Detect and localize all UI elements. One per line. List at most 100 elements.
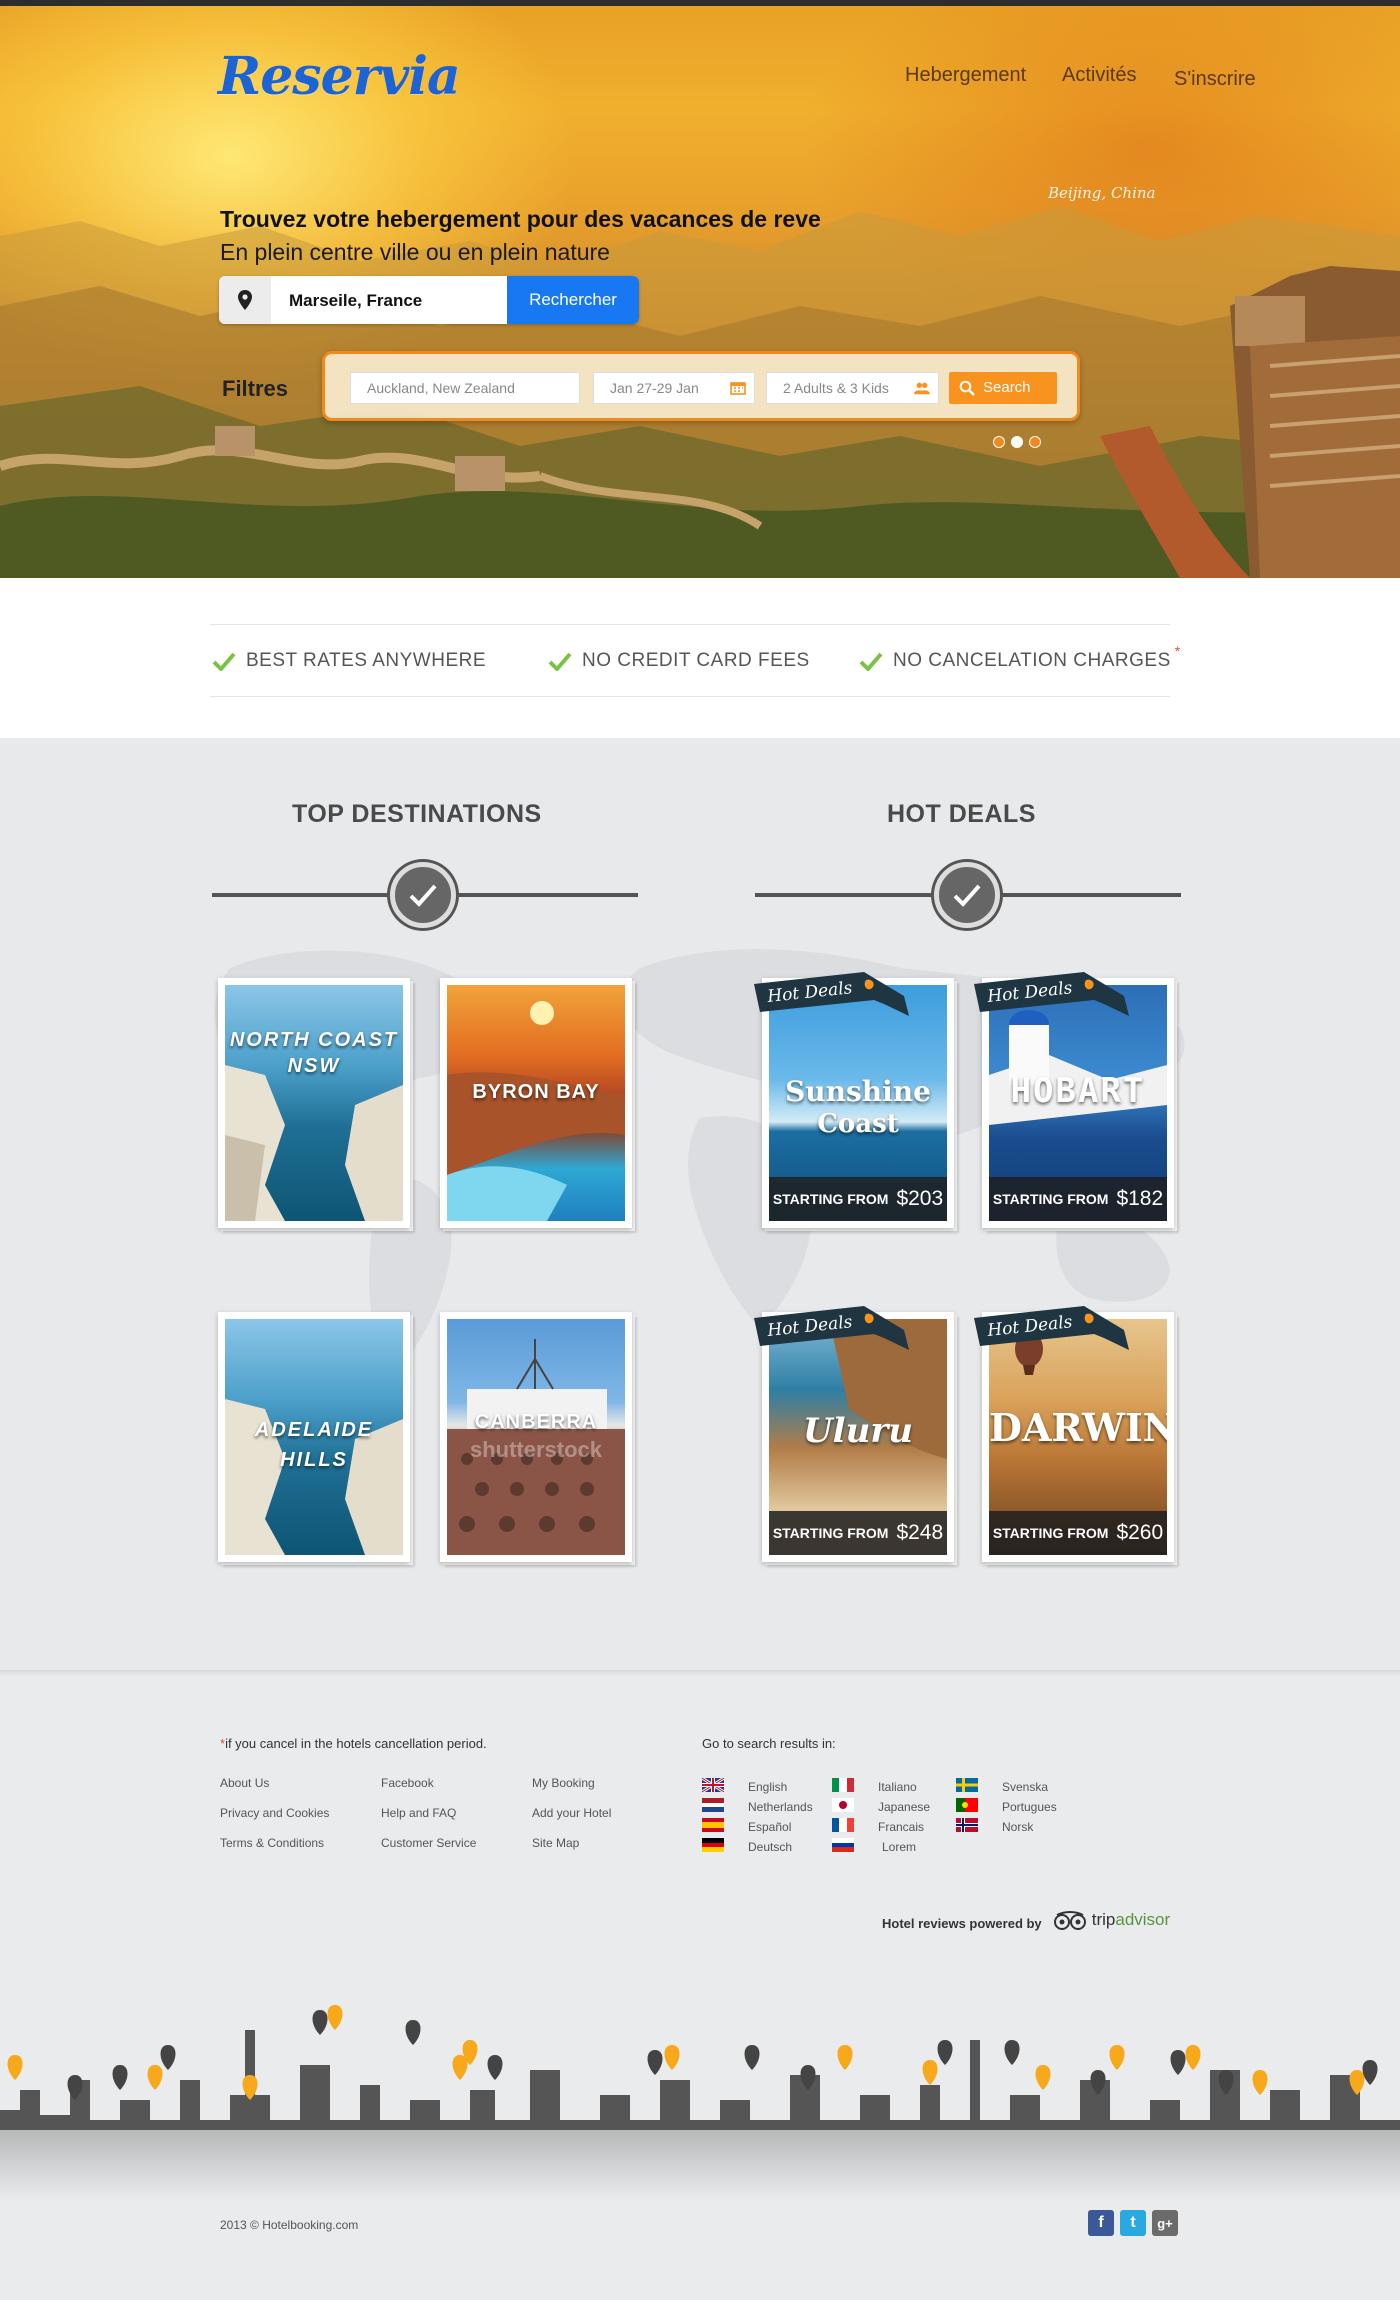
feature-no-cancel: NO CANCELATION CHARGES * (859, 643, 1181, 672)
footer-link-customer-service[interactable]: Customer Service (381, 1836, 476, 1850)
checkmark-icon (548, 652, 572, 671)
google-plus-icon[interactable]: g+ (1152, 2210, 1178, 2236)
destination-input[interactable]: Auckland, New Zealand (350, 372, 580, 404)
footer-link-sitemap[interactable]: Site Map (532, 1836, 579, 1850)
destination-card-byron-bay[interactable]: BYRON BAY (440, 978, 632, 1228)
copyright: 2013 © Hotelbooking.com (220, 2218, 359, 2232)
powered-by-label: Hotel reviews powered by (882, 1916, 1042, 1931)
map-pin-icon (219, 276, 271, 324)
lang-lorem[interactable]: Lorem (882, 1840, 916, 1854)
checkmark-icon (212, 652, 236, 671)
hot-deals-ribbon: Hot Deals (754, 972, 909, 1016)
divider (210, 624, 1170, 625)
hero-banner: Reservia Hebergement Activités S'inscrir… (0, 6, 1400, 578)
filters-search-button[interactable]: Search (949, 372, 1057, 404)
spain-flag-icon (702, 1818, 724, 1832)
top-destinations-title: TOP DESTINATIONS (292, 800, 542, 828)
hero-subline: En plein centre ville ou en plein nature (220, 239, 610, 265)
destination-photo: ADELAIDE HILLS (225, 1319, 403, 1555)
hero-headline: Trouvez votre hebergement pour des vacan… (220, 206, 821, 232)
footer-link-help[interactable]: Help and FAQ (381, 1806, 456, 1820)
footer-link-facebook[interactable]: Facebook (381, 1776, 434, 1790)
destination-card-canberra[interactable]: CANBERRA shutterstock (440, 1312, 632, 1562)
footer-link-terms[interactable]: Terms & Conditions (220, 1836, 324, 1850)
footer-link-about[interactable]: About Us (220, 1776, 269, 1790)
watermark: shutterstock (469, 1437, 603, 1462)
lang-netherlands[interactable]: Netherlands (748, 1800, 813, 1814)
hot-deal-card-uluru[interactable]: Uluru STARTING FROM $248 Hot Deals (754, 1306, 954, 1562)
carousel-dot[interactable] (1029, 436, 1041, 448)
great-wall-illustration (0, 206, 1400, 578)
russia-flag-icon (832, 1838, 854, 1852)
photo-caption: Beijing, China (1048, 184, 1156, 202)
check-badge-icon (390, 862, 456, 928)
lang-portugues[interactable]: Portugues (1002, 1800, 1057, 1814)
carousel-dot[interactable] (1011, 436, 1023, 448)
cancellation-note: *if you cancel in the hotels cancellatio… (220, 1736, 487, 1751)
japan-flag-icon (832, 1798, 854, 1812)
map-marker-icons (7, 2005, 1378, 2100)
feature-best-rates: BEST RATES ANYWHERE (212, 650, 486, 672)
lang-norsk[interactable]: Norsk (1002, 1820, 1033, 1834)
tripadvisor-logo[interactable]: tripadvisor (1053, 1910, 1170, 1931)
logo[interactable]: Reservia (218, 46, 461, 107)
location-search: Marseile, France Rechercher (219, 276, 639, 324)
france-flag-icon (832, 1818, 854, 1832)
destination-photo: CANBERRA shutterstock (447, 1319, 625, 1555)
destination-card-adelaide-hills[interactable]: ADELAIDE HILLS (218, 1312, 410, 1562)
destination-card-north-coast[interactable]: NORTH COAST NSW (218, 978, 410, 1228)
check-badge-icon (934, 862, 1000, 928)
hot-deal-card-hobart[interactable]: HOBART STARTING FROM $182 Hot Deals (974, 972, 1174, 1228)
hot-deal-card-darwin[interactable]: DARWIN STARTING FROM $260 Hot Deals (974, 1306, 1174, 1562)
destinations-section: TOP DESTINATIONS HOT DEALS NORTH COAST N… (0, 738, 1400, 1670)
italy-flag-icon (832, 1778, 854, 1792)
feature-no-fees: NO CREDIT CARD FEES (548, 650, 810, 672)
people-icon (914, 382, 930, 395)
calendar-icon (730, 382, 746, 395)
world-map-background (214, 949, 1185, 1378)
sweden-flag-icon (956, 1778, 978, 1792)
twitter-icon[interactable]: t (1120, 2210, 1146, 2236)
footer-link-privacy[interactable]: Privacy and Cookies (220, 1806, 329, 1820)
facebook-icon[interactable]: f (1088, 2210, 1114, 2236)
owl-icon (1054, 1910, 1086, 1930)
rechercher-button[interactable]: Rechercher (507, 276, 639, 324)
hot-deals-ribbon: Hot Deals (974, 1306, 1129, 1350)
price-bar: STARTING FROM $260 (989, 1511, 1167, 1555)
footer-link-my-booking[interactable]: My Booking (532, 1776, 595, 1790)
city-skyline-illustration (0, 2005, 1400, 2200)
footer: *if you cancel in the hotels cancellatio… (0, 1670, 1400, 2300)
hot-deals-ribbon: Hot Deals (754, 1306, 909, 1350)
lang-deutsch[interactable]: Deutsch (748, 1840, 792, 1854)
guests-input[interactable]: 2 Adults & 3 Kids (766, 372, 939, 404)
portugal-flag-icon (956, 1798, 978, 1812)
lang-english[interactable]: English (748, 1780, 787, 1794)
germany-flag-icon (702, 1838, 724, 1852)
destination-photo: BYRON BAY (447, 985, 625, 1221)
asterisk: * (1174, 643, 1181, 659)
filters-label: Filtres (222, 376, 289, 401)
nav-activites[interactable]: Activités (1062, 64, 1136, 87)
filters-panel: Auckland, New Zealand Jan 27-29 Jan 2 Ad… (322, 351, 1080, 421)
carousel-dots (993, 436, 1041, 448)
lang-francais[interactable]: Francais (878, 1820, 924, 1834)
uk-flag-icon (702, 1778, 724, 1792)
features-strip: BEST RATES ANYWHERE NO CREDIT CARD FEES … (0, 578, 1400, 738)
location-input[interactable]: Marseile, France (289, 291, 422, 311)
checkmark-icon (859, 652, 883, 671)
lang-japanese[interactable]: Japanese (878, 1800, 930, 1814)
lang-espanol[interactable]: Español (748, 1820, 791, 1834)
footer-link-add-hotel[interactable]: Add your Hotel (532, 1806, 611, 1820)
hot-deal-card-sunshine-coast[interactable]: Sunshine Coast STARTING FROM $203 Hot Dea… (754, 972, 954, 1228)
nav-hebergement[interactable]: Hebergement (905, 64, 1026, 87)
price-bar: STARTING FROM $203 (769, 1177, 947, 1221)
lang-italiano[interactable]: Italiano (878, 1780, 917, 1794)
nav-sinscrire[interactable]: S'inscrire (1174, 68, 1256, 91)
carousel-dot[interactable] (993, 436, 1005, 448)
lang-svenska[interactable]: Svenska (1002, 1780, 1048, 1794)
divider (210, 696, 1170, 697)
destination-photo: NORTH COAST NSW (225, 985, 403, 1221)
hot-deals-title: HOT DEALS (887, 800, 1036, 828)
netherlands-flag-icon (702, 1798, 724, 1812)
date-range-input[interactable]: Jan 27-29 Jan (593, 372, 755, 404)
